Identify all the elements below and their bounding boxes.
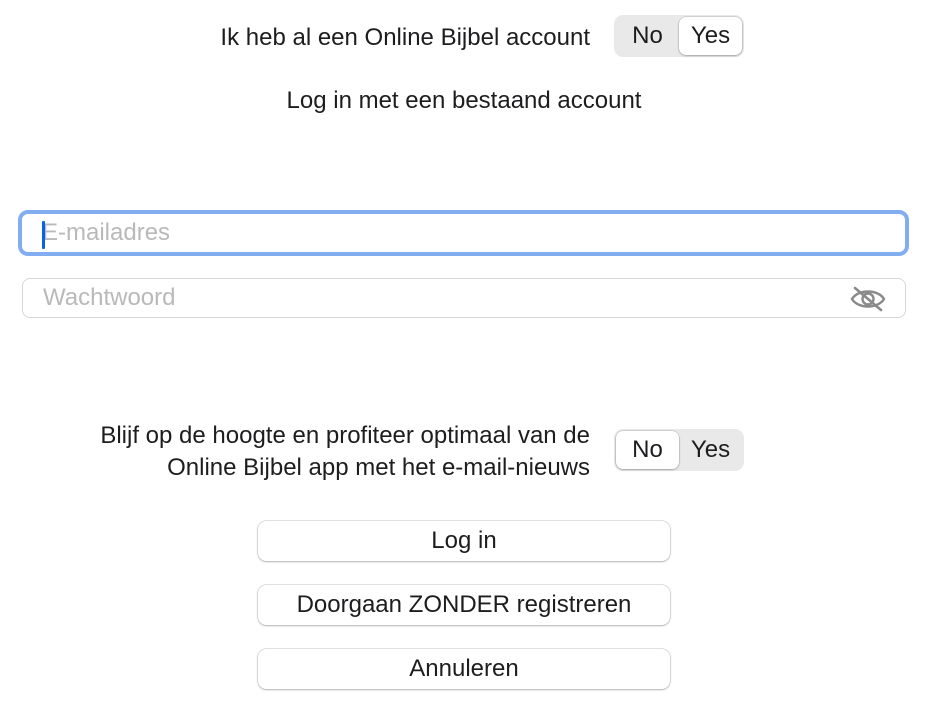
newsletter-question-label: Blijf op de hoogte en profiteer optimaal… xyxy=(100,420,590,484)
email-field-container xyxy=(18,210,909,256)
email-field[interactable] xyxy=(22,214,905,252)
newsletter-toggle-yes[interactable]: Yes xyxy=(679,431,742,469)
text-caret xyxy=(42,221,45,249)
account-toggle-no[interactable]: No xyxy=(616,17,679,55)
continue-without-register-button[interactable]: Doorgaan ZONDER registreren xyxy=(258,585,670,625)
newsletter-toggle-no[interactable]: No xyxy=(616,431,679,469)
password-field[interactable] xyxy=(23,279,905,317)
login-button[interactable]: Log in xyxy=(258,521,670,561)
password-field-container xyxy=(22,278,906,318)
newsletter-line-2: Online Bijbel app met het e-mail-nieuws xyxy=(167,454,590,481)
newsletter-toggle[interactable]: No Yes xyxy=(614,429,744,471)
newsletter-line-1: Blijf op de hoogte en profiteer optimaal… xyxy=(100,422,590,449)
login-subtitle: Log in met een bestaand account xyxy=(286,87,642,114)
eye-slash-icon[interactable] xyxy=(849,285,887,313)
cancel-button[interactable]: Annuleren xyxy=(258,649,670,689)
account-toggle[interactable]: No Yes xyxy=(614,15,744,57)
account-toggle-yes[interactable]: Yes xyxy=(679,17,742,55)
account-question-label: Ik heb al een Online Bijbel account xyxy=(220,24,590,51)
